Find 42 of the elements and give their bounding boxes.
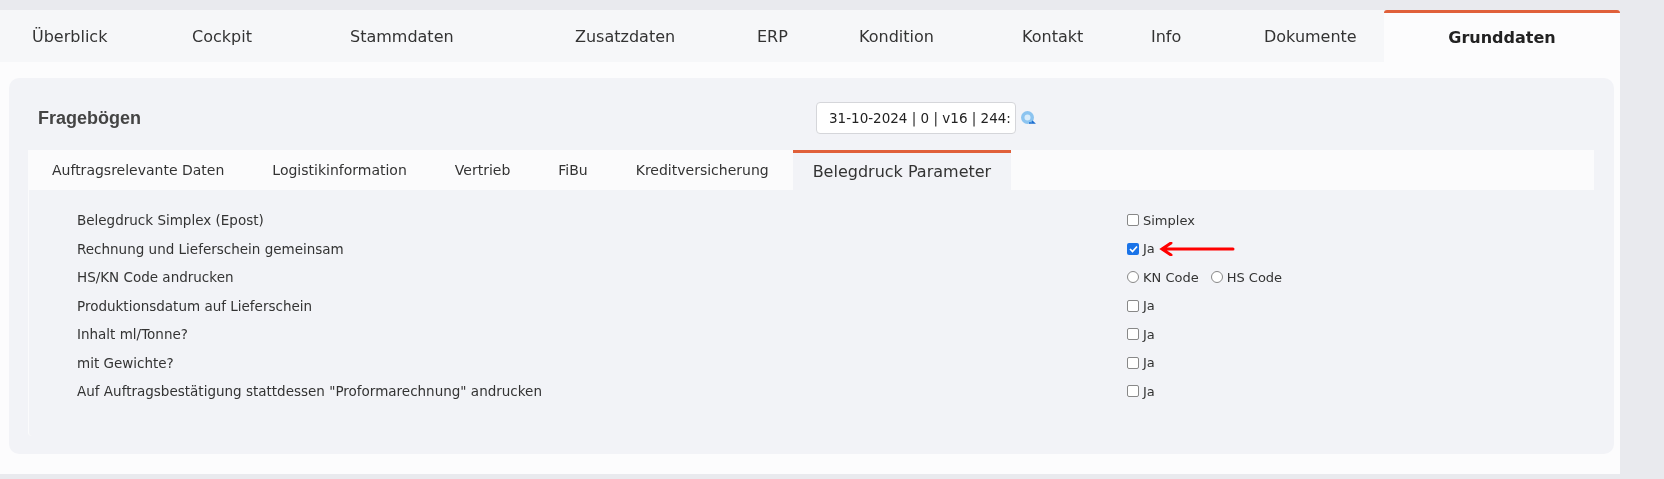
main-tab[interactable]: Dokumente: [1232, 10, 1360, 62]
main-tab[interactable]: Stammdaten: [318, 10, 543, 62]
field-label: HS/KN Code andrucken: [77, 269, 235, 286]
field-label: mit Gewichte?: [77, 354, 175, 371]
option-label: Ja: [1143, 383, 1155, 399]
sub-tab[interactable]: Auftragsrelevante Daten: [28, 150, 249, 190]
main-tab[interactable]: Grunddaten: [1384, 10, 1620, 62]
sub-tab[interactable]: Kreditversicherung: [611, 150, 793, 190]
main-tab[interactable]: Kondition: [827, 10, 990, 62]
radio-button[interactable]: [1210, 271, 1223, 284]
option-label: Ja: [1143, 326, 1155, 342]
field-label: Belegdruck Simplex (Epost): [77, 212, 265, 229]
refresh-icon[interactable]: [1020, 110, 1036, 126]
checkbox[interactable]: [1127, 356, 1139, 369]
main-tab[interactable]: Info: [1119, 10, 1232, 62]
section-title: Fragebögen: [38, 107, 142, 129]
sub-tab[interactable]: Belegdruck Parameter: [792, 150, 1012, 190]
sub-tab[interactable]: Vertrieb: [430, 150, 535, 190]
sub-tab[interactable]: Logistikinformation: [248, 150, 431, 190]
main-tab[interactable]: Zusatzdaten: [543, 10, 725, 62]
main-tab[interactable]: ERP: [725, 10, 827, 62]
field-label: Rechnung und Lieferschein gemeinsam: [77, 240, 345, 257]
main-tab[interactable]: Cockpit: [160, 10, 318, 62]
sub-tab[interactable]: FiBu: [534, 150, 612, 190]
checkbox[interactable]: [1127, 328, 1139, 341]
main-tab[interactable]: Kontakt: [990, 10, 1119, 62]
checkbox[interactable]: [1127, 242, 1139, 255]
field-label: Inhalt ml/Tonne?: [77, 326, 189, 343]
checkbox[interactable]: [1127, 385, 1139, 398]
field-label: Auf Auftragsbestätigung stattdessen "Proformarechnung" andrucken: [77, 383, 543, 400]
radio-button[interactable]: [1127, 271, 1139, 284]
checkbox[interactable]: [1127, 299, 1139, 312]
main-tab[interactable]: Überblick: [0, 10, 160, 62]
option-label: Ja: [1143, 241, 1155, 257]
option-label: Simplex: [1143, 212, 1195, 228]
option-label: Ja: [1143, 298, 1155, 314]
checkbox[interactable]: [1127, 214, 1139, 227]
option-label: Ja: [1143, 355, 1155, 371]
option-label: HS Code: [1226, 269, 1283, 285]
option-label: KN Code: [1143, 269, 1199, 285]
version-select[interactable]: 31-10-2024 | 0 | v16 | 244:: [816, 102, 1016, 134]
field-label: Produktionsdatum auf Lieferschein: [77, 297, 314, 314]
